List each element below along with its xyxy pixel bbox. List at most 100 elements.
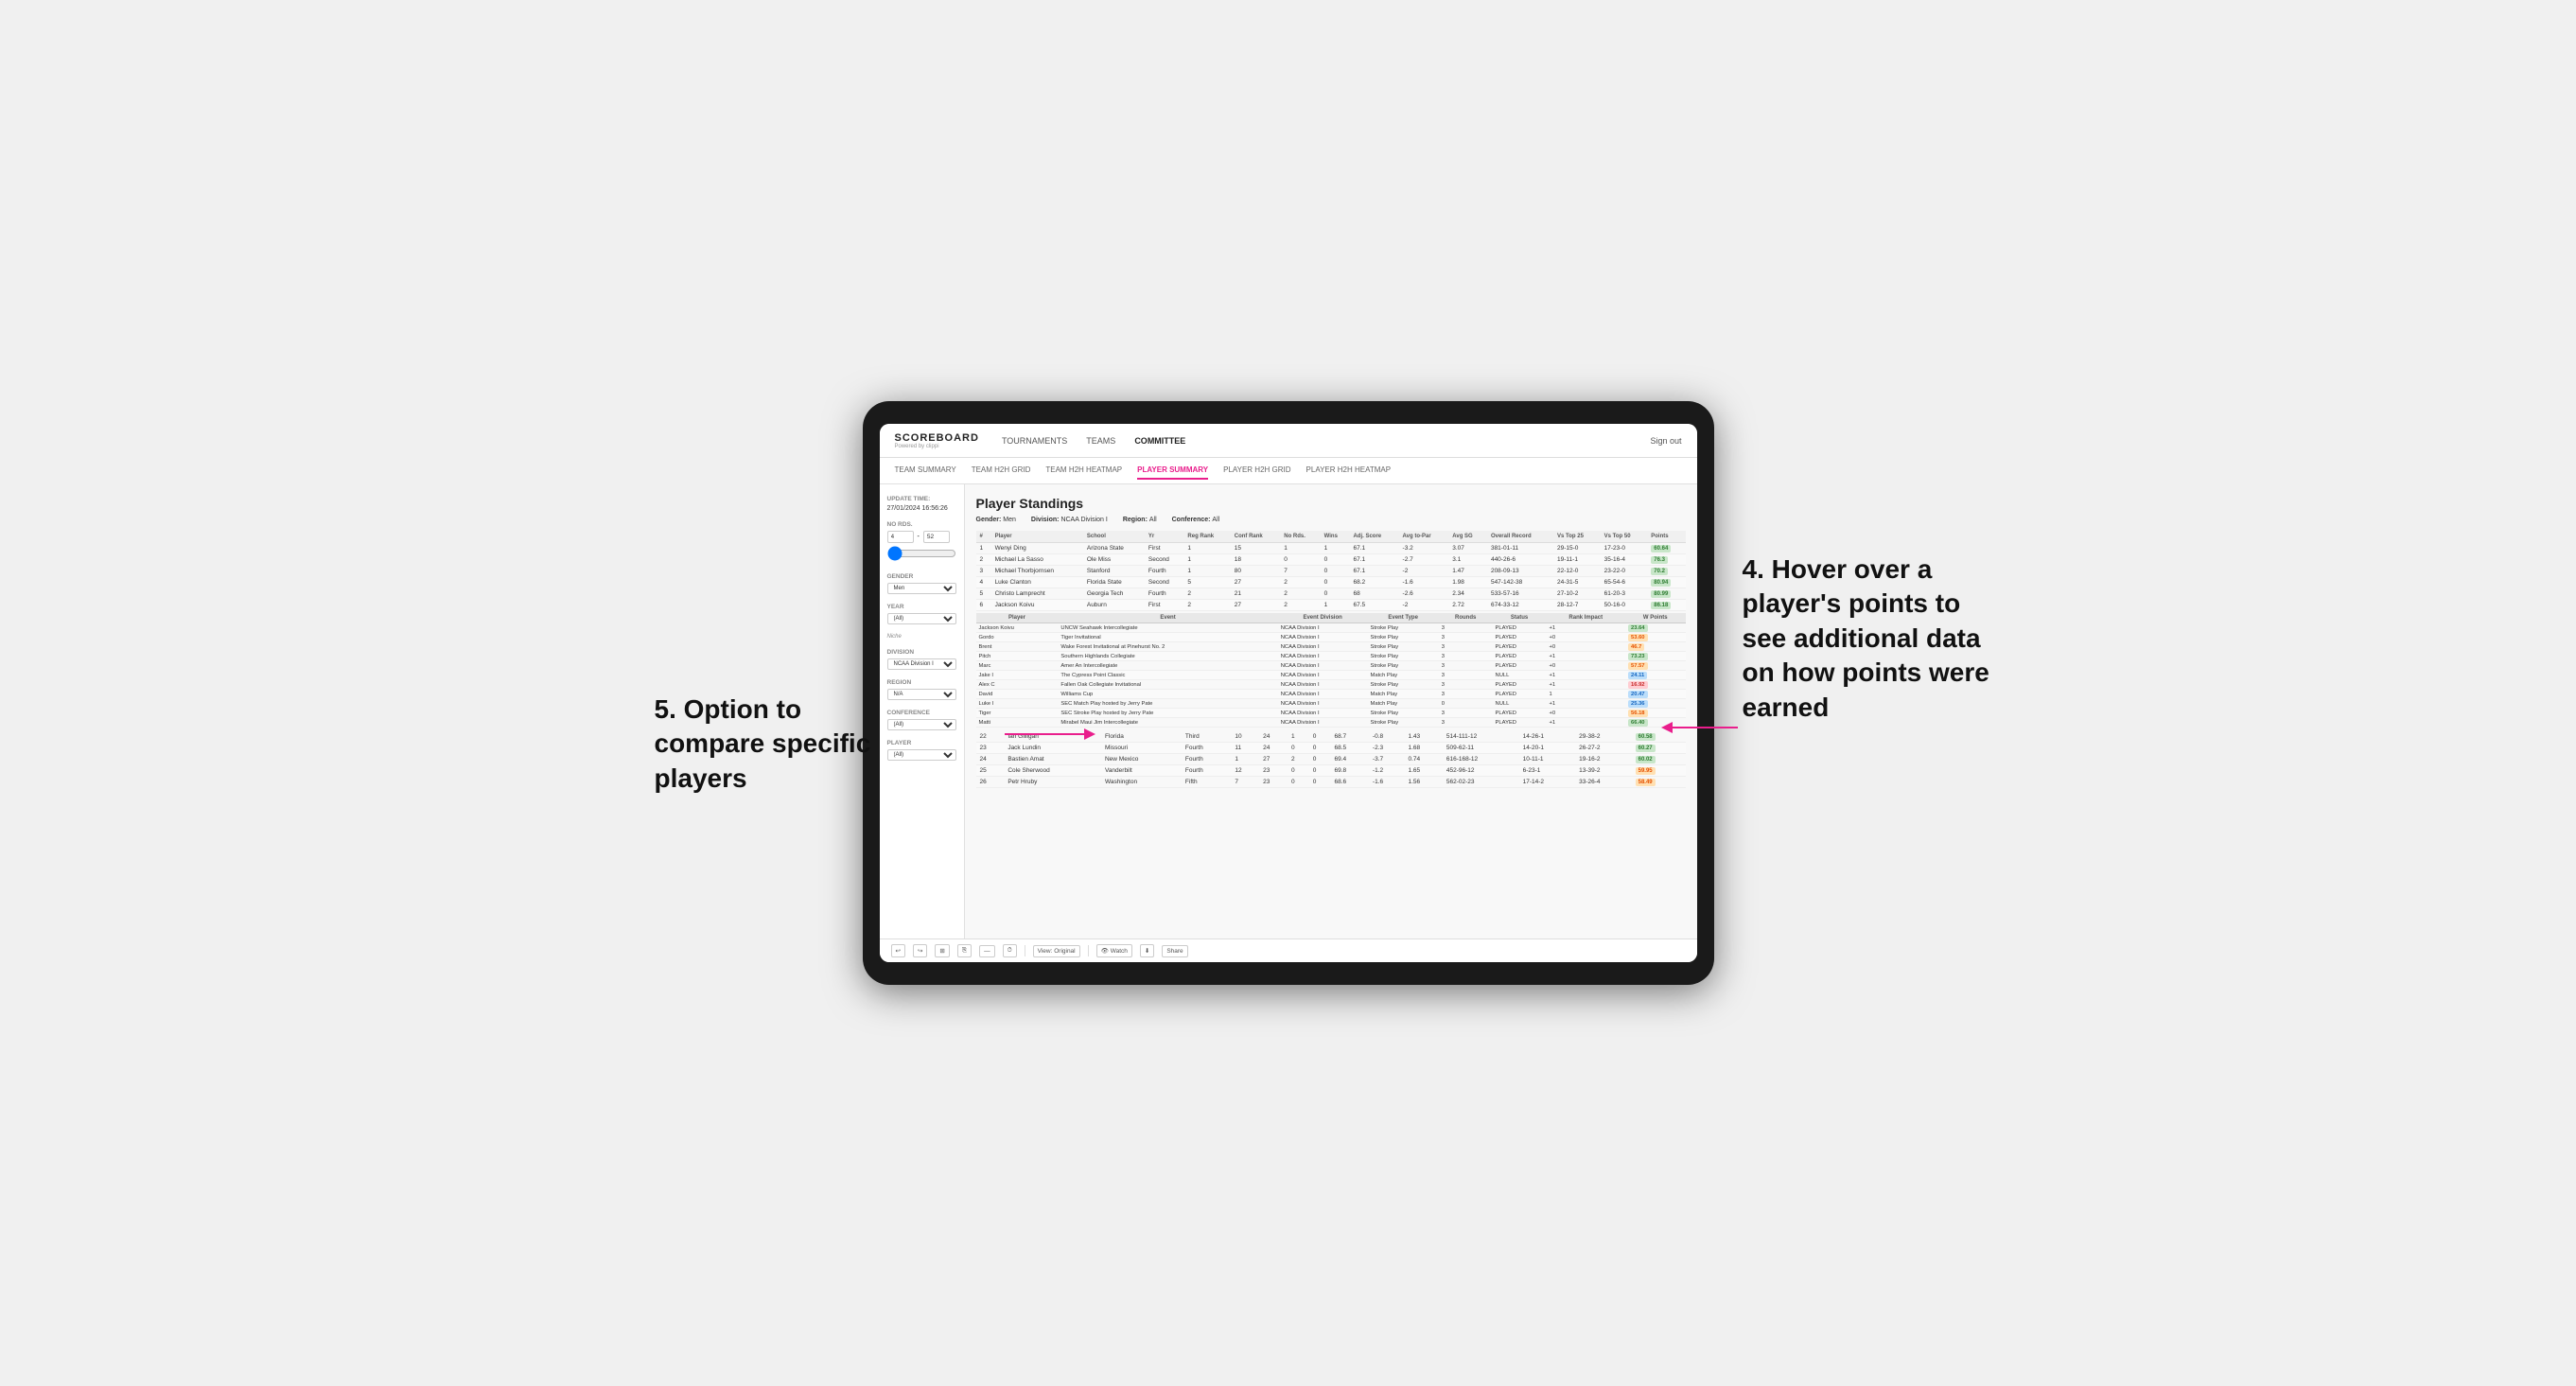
event-row: Tiger SEC Stroke Play hosted by Jerry Pa… <box>976 709 1686 718</box>
main-content: Update time: 27/01/2024 16:56:26 No Rds.… <box>880 484 1697 939</box>
year-label: Year <box>887 604 956 610</box>
division-filter: Division: NCAA Division I <box>1031 517 1108 523</box>
col-conf-rank: Conf Rank <box>1231 531 1281 543</box>
ev-col-status: Status <box>1493 613 1547 623</box>
event-row: Jackson Koivu UNCW Seahawk Intercollegia… <box>976 623 1686 633</box>
toolbar-undo[interactable]: ↩ <box>891 944 905 957</box>
toolbar-redo[interactable]: ↪ <box>913 944 927 957</box>
filter-row: Gender: Men Division: NCAA Division I Re… <box>976 517 1686 523</box>
bottom-standings-table: 22 Ian Gilligan Florida Third 10 24 1 0 … <box>976 731 1686 788</box>
nav-committee[interactable]: COMMITTEE <box>1134 434 1185 447</box>
col-adj-score: Adj. Score <box>1349 531 1398 543</box>
no-rds-max-input[interactable] <box>923 531 950 543</box>
annotation-compare-players: 5. Option to compare specific players <box>655 693 882 796</box>
toolbar-view[interactable]: View: Original <box>1033 945 1080 957</box>
event-row: Marc Amer An Intercollegiate NCAA Divisi… <box>976 661 1686 671</box>
year-section: Year (All) <box>887 604 956 624</box>
table-row: 23 Jack Lundin Missouri Fourth 11 24 0 0… <box>976 743 1686 754</box>
table-row: 1 Wenyi Ding Arizona State First 1 15 1 … <box>976 543 1686 554</box>
event-row: Matti Mirabel Maui Jim Intercollegiate N… <box>976 718 1686 728</box>
year-select[interactable]: (All) <box>887 613 956 624</box>
col-player: Player <box>991 531 1083 543</box>
conference-filter: Conference: All <box>1172 517 1220 523</box>
tab-player-h2h-grid[interactable]: PLAYER H2H GRID <box>1223 462 1290 480</box>
event-row: David Williams Cup NCAA Division I Match… <box>976 690 1686 699</box>
region-section: Region N/A <box>887 679 956 700</box>
region-label: Region <box>887 679 956 686</box>
niche-section: Niche <box>887 634 956 640</box>
no-rds-section: No Rds. - <box>887 521 956 564</box>
tab-player-h2h-heatmap[interactable]: PLAYER H2H HEATMAP <box>1306 462 1392 480</box>
col-vs50: Vs Top 50 <box>1601 531 1648 543</box>
toolbar-sep2 <box>1088 945 1089 956</box>
conference-label: Conference <box>887 710 956 716</box>
col-wins: Wins <box>1321 531 1350 543</box>
toolbar-share[interactable]: Share <box>1162 945 1187 957</box>
table-row: 25 Cole Sherwood Vanderbilt Fourth 12 23… <box>976 765 1686 777</box>
sub-nav: TEAM SUMMARY TEAM H2H GRID TEAM H2H HEAT… <box>880 458 1697 484</box>
update-time-label: Update time: <box>887 496 956 502</box>
col-yr: Yr <box>1145 531 1184 543</box>
sidebar: Update time: 27/01/2024 16:56:26 No Rds.… <box>880 484 965 939</box>
table-row: 22 Ian Gilligan Florida Third 10 24 1 0 … <box>976 731 1686 743</box>
toolbar-copy[interactable]: ⎘ <box>957 944 972 957</box>
toolbar-dash[interactable]: — <box>979 945 995 957</box>
conference-select[interactable]: (All) <box>887 719 956 730</box>
table-row: 24 Bastien Amat New Mexico Fourth 1 27 2… <box>976 754 1686 765</box>
gender-select[interactable]: Men Women <box>887 583 956 594</box>
sign-out-link[interactable]: Sign out <box>1650 436 1681 446</box>
logo-text: SCOREBOARD <box>895 432 979 444</box>
conference-section: Conference (All) <box>887 710 956 730</box>
toolbar-watch[interactable]: 👁 Watch <box>1096 944 1132 957</box>
no-rds-min-input[interactable] <box>887 531 914 543</box>
player-select[interactable]: (All) <box>887 749 956 761</box>
ev-col-rank: Rank Impact <box>1547 613 1625 623</box>
tab-team-summary[interactable]: TEAM SUMMARY <box>895 462 956 480</box>
table-row: 3 Michael Thorbjornsen Stanford Fourth 1… <box>976 566 1686 577</box>
event-table: Player Event Event Division Event Type R… <box>976 613 1686 728</box>
no-rds-range[interactable] <box>887 546 956 561</box>
toolbar-download[interactable]: ⬇ <box>1140 944 1154 957</box>
event-row: Brent Wake Forest Invitational at Pinehu… <box>976 642 1686 652</box>
logo-area: SCOREBOARD Powered by clippi <box>895 432 979 449</box>
division-section: Division NCAA Division I <box>887 649 956 670</box>
toolbar-clock[interactable]: ⏱ <box>1003 944 1017 957</box>
event-row: Jake I The Cypress Point Classic NCAA Di… <box>976 671 1686 680</box>
region-select[interactable]: N/A <box>887 689 956 700</box>
no-rds-label: No Rds. <box>887 521 956 528</box>
annotation-hover-points: 4. Hover over a player's points to see a… <box>1743 553 2007 725</box>
tablet-screen: SCOREBOARD Powered by clippi TOURNAMENTS… <box>880 424 1697 962</box>
ev-col-division: Event Division <box>1278 613 1368 623</box>
ev-col-rounds: Rounds <box>1439 613 1493 623</box>
event-row: Luke I SEC Match Play hosted by Jerry Pa… <box>976 699 1686 709</box>
nav-teams[interactable]: TEAMS <box>1086 434 1115 447</box>
nav-items: TOURNAMENTS TEAMS COMMITTEE <box>1002 434 1651 447</box>
table-row: 26 Petr Hruby Washington Fifth 7 23 0 0 … <box>976 777 1686 788</box>
col-avg-par: Avg to-Par <box>1399 531 1449 543</box>
ev-col-event: Event <box>1058 613 1277 623</box>
event-row: Gordo Tiger Invitational NCAA Division I… <box>976 633 1686 642</box>
division-select[interactable]: NCAA Division I <box>887 658 956 670</box>
tab-team-h2h-heatmap[interactable]: TEAM H2H HEATMAP <box>1045 462 1122 480</box>
ev-col-points: W Points <box>1625 613 1685 623</box>
col-avg-sg: Avg SG <box>1448 531 1487 543</box>
logo-sub: Powered by clippi <box>895 444 979 449</box>
player-label: Player <box>887 740 956 746</box>
event-row: Pitch Southern Highlands Collegiate NCAA… <box>976 652 1686 661</box>
table-row: 2 Michael La Sasso Ole Miss Second 1 18 … <box>976 554 1686 566</box>
table-row: 4 Luke Clanton Florida State Second 5 27… <box>976 577 1686 588</box>
tab-team-h2h-grid[interactable]: TEAM H2H GRID <box>972 462 1031 480</box>
col-vs25: Vs Top 25 <box>1553 531 1601 543</box>
content-area: Player Standings Gender: Men Division: N… <box>965 484 1697 939</box>
col-num: # <box>976 531 991 543</box>
toolbar-grid[interactable]: ⊞ <box>935 944 949 957</box>
ev-col-player: Player <box>976 613 1059 623</box>
table-row: 6 Jackson Koivu Auburn First 2 27 2 1 67… <box>976 600 1686 611</box>
player-section: Player (All) <box>887 740 956 761</box>
page-title: Player Standings <box>976 496 1686 511</box>
gender-label: Gender <box>887 573 956 580</box>
top-nav: SCOREBOARD Powered by clippi TOURNAMENTS… <box>880 424 1697 458</box>
tab-player-summary[interactable]: PLAYER SUMMARY <box>1137 462 1208 480</box>
nav-tournaments[interactable]: TOURNAMENTS <box>1002 434 1067 447</box>
col-points: Points <box>1647 531 1685 543</box>
